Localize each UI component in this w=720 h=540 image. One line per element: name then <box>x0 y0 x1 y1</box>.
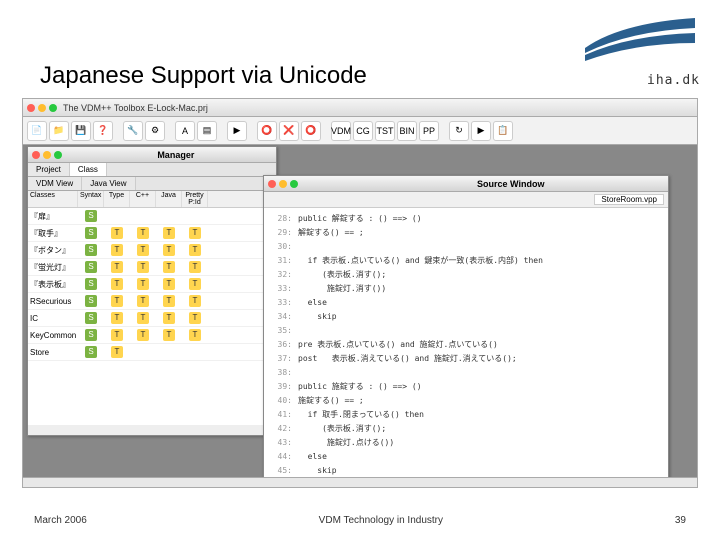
close-icon[interactable] <box>32 151 40 159</box>
toolbar-button[interactable]: TST <box>375 121 395 141</box>
code-line: 42: (表示板.消す(); <box>270 422 662 436</box>
manager-rows: 『扉』S『取手』STTTT『ボタン』STTTT『蛍光灯』STTTT『表示板』ST… <box>28 208 276 361</box>
source-title: Source Window <box>477 179 544 189</box>
column-header[interactable]: Pretty P:Id <box>182 191 208 207</box>
table-row[interactable]: RSecuriousSTTTT <box>28 293 276 310</box>
zoom-icon[interactable] <box>290 180 298 188</box>
table-row[interactable]: 『ボタン』STTTT <box>28 242 276 259</box>
code-line: 31: if 表示板.点いている() and 鍵束が一致(表示板.内部) the… <box>270 254 662 268</box>
code-line: 28:public 解錠する : () ==> () <box>270 212 662 226</box>
zoom-icon[interactable] <box>49 104 57 112</box>
column-header[interactable]: Java <box>156 191 182 207</box>
toolbar-button[interactable]: ❓ <box>93 121 113 141</box>
main-toolbar: 📄📁💾❓🔧⚙A▤▶⭕❌⭕VDMCGTSTBINPP↻▶📋 <box>23 117 697 145</box>
close-icon[interactable] <box>27 104 35 112</box>
code-line: 39:public 施錠する : () ==> () <box>270 380 662 394</box>
toolbar-button[interactable]: ⭕ <box>301 121 321 141</box>
toolbar-button[interactable]: ↻ <box>449 121 469 141</box>
code-line: 33: 施錠灯.消す()) <box>270 282 662 296</box>
slide-footer: March 2006 VDM Technology in Industry 39 <box>0 515 720 526</box>
tab-vdm-view[interactable]: VDM View <box>28 177 82 190</box>
table-row[interactable]: 『取手』STTTT <box>28 225 276 242</box>
code-line: 38: <box>270 366 662 380</box>
table-row[interactable]: 『表示板』STTTT <box>28 276 276 293</box>
code-line: 43: 施錠灯.点ける()) <box>270 436 662 450</box>
window-controls[interactable] <box>27 104 57 112</box>
table-row[interactable]: ICSTTTT <box>28 310 276 327</box>
table-row[interactable]: 『扉』S <box>28 208 276 225</box>
manager-tabs-row2: VDM ViewJava View <box>28 177 276 191</box>
source-window: Source Window StoreRoom.vpp 28:public 解錠… <box>263 175 669 479</box>
toolbar-button[interactable]: BIN <box>397 121 417 141</box>
table-row[interactable]: StoreST <box>28 344 276 361</box>
manager-tabs-row1: ProjectClass <box>28 163 276 177</box>
code-line: 30: <box>270 240 662 254</box>
brand-text: iha.dk <box>580 73 700 88</box>
close-icon[interactable] <box>268 180 276 188</box>
tab-class[interactable]: Class <box>70 163 107 176</box>
toolbar-button[interactable]: ▤ <box>197 121 217 141</box>
tab-java-view[interactable]: Java View <box>82 177 135 190</box>
code-line: 44: else <box>270 450 662 464</box>
tab-project[interactable]: Project <box>28 163 70 176</box>
toolbar-button[interactable]: 🔧 <box>123 121 143 141</box>
toolbar-button[interactable]: CG <box>353 121 373 141</box>
toolbar-button[interactable]: 📋 <box>493 121 513 141</box>
status-panel <box>23 477 697 487</box>
toolbar-button[interactable]: ❌ <box>279 121 299 141</box>
manager-title: Manager <box>157 150 194 160</box>
footer-center: VDM Technology in Industry <box>319 515 443 526</box>
source-filename[interactable]: StoreRoom.vpp <box>594 194 664 205</box>
minimize-icon[interactable] <box>43 151 51 159</box>
code-line: 45: skip <box>270 464 662 478</box>
code-line: 41: if 取手.閉まっている() then <box>270 408 662 422</box>
code-line: 33: else <box>270 296 662 310</box>
footer-date: March 2006 <box>34 515 87 526</box>
code-line: 34: skip <box>270 310 662 324</box>
app-window: The VDM++ Toolbox E-Lock-Mac.prj 📄📁💾❓ 🔧⚙ A… <box>22 98 698 488</box>
source-toolbar: StoreRoom.vpp <box>264 192 668 208</box>
minimize-icon[interactable] <box>38 104 46 112</box>
source-titlebar[interactable]: Source Window <box>264 176 668 192</box>
toolbar-button[interactable]: ⭕ <box>257 121 277 141</box>
code-line: 40:施錠する() == ; <box>270 394 662 408</box>
code-line: 32: (表示板.消す(); <box>270 268 662 282</box>
toolbar-button[interactable]: A <box>175 121 195 141</box>
column-header[interactable]: Type <box>104 191 130 207</box>
manager-window: Manager ProjectClass VDM ViewJava View C… <box>27 146 277 436</box>
table-row[interactable]: KeyCommonSTTTT <box>28 327 276 344</box>
toolbar-button[interactable]: ▶ <box>471 121 491 141</box>
code-line: 36:pre 表示板.点いている() and 施錠灯.点いている() <box>270 338 662 352</box>
app-title: The VDM++ Toolbox E-Lock-Mac.prj <box>63 103 208 113</box>
code-line: 29:解錠する() == ; <box>270 226 662 240</box>
column-header[interactable]: Classes <box>28 191 78 207</box>
toolbar-button[interactable]: VDM <box>331 121 351 141</box>
column-header[interactable]: Syntax <box>78 191 104 207</box>
zoom-icon[interactable] <box>54 151 62 159</box>
toolbar-button[interactable]: 💾 <box>71 121 91 141</box>
toolbar-button[interactable]: PP <box>419 121 439 141</box>
source-code-area[interactable]: 28:public 解錠する : () ==> ()29:解錠する() == ;… <box>264 208 668 478</box>
manager-titlebar[interactable]: Manager <box>28 147 276 163</box>
table-row[interactable]: 『蛍光灯』STTTT <box>28 259 276 276</box>
column-header[interactable]: C++ <box>130 191 156 207</box>
slide-title: Japanese Support via Unicode <box>40 62 367 90</box>
toolbar-button[interactable]: ▶ <box>227 121 247 141</box>
toolbar-button[interactable]: 📁 <box>49 121 69 141</box>
toolbar-button[interactable]: 📄 <box>27 121 47 141</box>
code-line: 37:post 表示板.消えている() and 施錠灯.消えている(); <box>270 352 662 366</box>
manager-column-headers: ClassesSyntaxTypeC++JavaPretty P:Id <box>28 191 276 208</box>
toolbar-button[interactable]: ⚙ <box>145 121 165 141</box>
code-line: 35: <box>270 324 662 338</box>
footer-page: 39 <box>675 515 686 526</box>
minimize-icon[interactable] <box>279 180 287 188</box>
app-titlebar[interactable]: The VDM++ Toolbox E-Lock-Mac.prj <box>23 99 697 117</box>
brand-logo: iha.dk <box>580 8 700 78</box>
